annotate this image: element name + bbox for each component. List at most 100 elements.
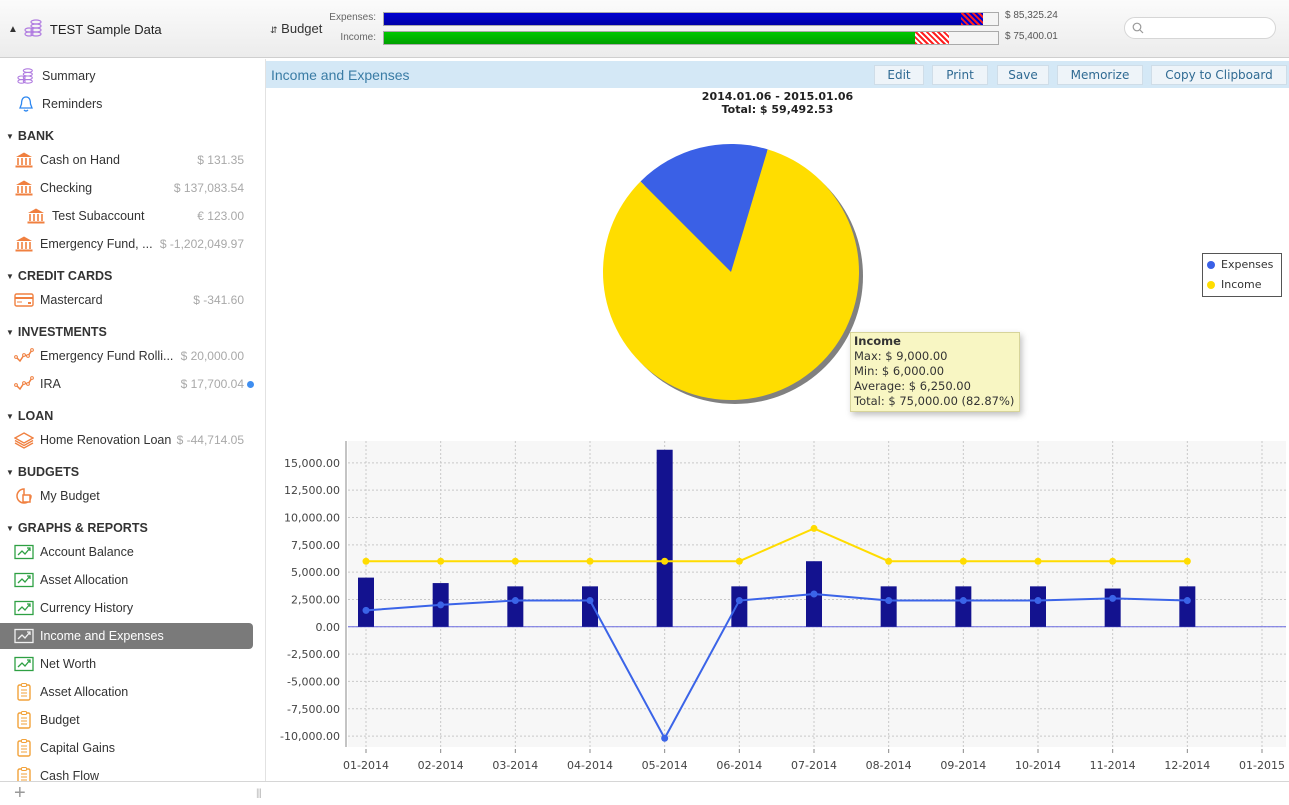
point-income[interactable] bbox=[586, 557, 594, 565]
point-income[interactable] bbox=[362, 557, 370, 565]
sidebar-item-mastercard[interactable]: Mastercard $ -341.60 bbox=[0, 287, 265, 313]
disclosure-triangle-icon[interactable]: ▼ bbox=[6, 272, 14, 281]
report-icon bbox=[14, 739, 34, 757]
x-tick-label: 01-2015 bbox=[1239, 759, 1285, 772]
sidebar-item-currency-history[interactable]: Currency History bbox=[0, 595, 265, 621]
disclosure-triangle-icon[interactable]: ▼ bbox=[6, 524, 14, 533]
point-net[interactable] bbox=[511, 597, 519, 605]
budget-selector[interactable]: ⇵ Budget bbox=[270, 21, 322, 36]
bar-expenses[interactable] bbox=[656, 449, 673, 627]
point-income[interactable] bbox=[437, 557, 445, 565]
sidebar-item-label: Summary bbox=[42, 69, 96, 83]
x-tick-label: 02-2014 bbox=[418, 759, 464, 772]
chart-legend: Expenses Income bbox=[1202, 253, 1282, 297]
search-icon bbox=[1132, 22, 1144, 34]
section-header-bank[interactable]: ▼ BANK bbox=[6, 129, 54, 143]
sidebar-item-reminders[interactable]: Reminders bbox=[0, 91, 265, 117]
income-fill bbox=[384, 32, 916, 44]
sidebar-item-test-subaccount[interactable]: Test Subaccount € 123.00 bbox=[0, 203, 265, 229]
point-net[interactable] bbox=[810, 590, 818, 598]
point-income[interactable] bbox=[1109, 557, 1117, 565]
sidebar-item-asset-allocation[interactable]: Asset Allocation bbox=[0, 679, 265, 705]
bank-icon bbox=[14, 151, 34, 169]
x-tick-label: 05-2014 bbox=[642, 759, 688, 772]
point-income[interactable] bbox=[1034, 557, 1042, 565]
sidebar-footer: + ||| bbox=[0, 781, 266, 805]
sidebar-item-cash-on-hand[interactable]: Cash on Hand $ 131.35 bbox=[0, 147, 265, 173]
sidebar: Summary Reminders ▼ BANK Cash on Hand $ 131.3… bbox=[0, 59, 266, 781]
y-tick-label: -10,000.00 bbox=[280, 730, 340, 743]
sidebar-item-ira[interactable]: IRA $ 17,700.04 bbox=[0, 371, 265, 397]
point-net[interactable] bbox=[437, 601, 445, 609]
sidebar-item-label: Test Subaccount bbox=[52, 209, 145, 223]
bar-expenses[interactable] bbox=[880, 586, 897, 627]
point-net[interactable] bbox=[362, 606, 370, 614]
bar-expenses[interactable] bbox=[582, 586, 598, 627]
x-tick-label: 12-2014 bbox=[1164, 759, 1210, 772]
sidebar-item-income-and-expenses[interactable]: Income and Expenses bbox=[0, 623, 253, 649]
sidebar-item-summary[interactable]: Summary bbox=[0, 63, 265, 89]
section-header-budgets[interactable]: ▼ BUDGETS bbox=[6, 465, 79, 479]
section-header-loan[interactable]: ▼ LOAN bbox=[6, 409, 53, 423]
section-header-graphs-reports[interactable]: ▼ GRAPHS & REPORTS bbox=[6, 521, 148, 535]
disclosure-triangle-icon[interactable]: ▼ bbox=[6, 132, 14, 141]
point-income[interactable] bbox=[735, 557, 743, 565]
point-net[interactable] bbox=[1109, 594, 1117, 602]
bar-expenses[interactable] bbox=[1179, 586, 1196, 627]
bar-expenses[interactable] bbox=[507, 586, 524, 627]
point-net[interactable] bbox=[1034, 597, 1042, 605]
sidebar-item-account-balance[interactable]: Account Balance bbox=[0, 539, 265, 565]
point-income[interactable] bbox=[959, 557, 967, 565]
add-account-button[interactable]: + bbox=[14, 782, 26, 805]
bar-expenses[interactable] bbox=[955, 586, 972, 627]
sidebar-item-cash-flow[interactable]: Cash Flow bbox=[0, 763, 265, 781]
point-net[interactable] bbox=[959, 597, 967, 605]
sidebar-item-checking[interactable]: Checking $ 137,083.54 bbox=[0, 175, 265, 201]
point-net[interactable] bbox=[735, 597, 743, 605]
x-tick-label: 03-2014 bbox=[492, 759, 538, 772]
bar-expenses[interactable] bbox=[731, 586, 748, 627]
point-net[interactable] bbox=[586, 597, 594, 605]
y-tick-label: 15,000.00 bbox=[284, 457, 340, 470]
search-input[interactable] bbox=[1147, 21, 1267, 35]
point-net[interactable] bbox=[661, 734, 669, 742]
sidebar-item-my-budget[interactable]: My Budget bbox=[0, 483, 265, 509]
sidebar-item-capital-gains[interactable]: Capital Gains bbox=[0, 735, 265, 761]
sidebar-item-asset-allocation[interactable]: Asset Allocation bbox=[0, 567, 265, 593]
expenses-label: Expenses: bbox=[329, 12, 376, 23]
section-title: CREDIT CARDS bbox=[17, 269, 113, 283]
sidebar-item-emergency-fund-rolli[interactable]: Emergency Fund Rolli... $ 20,000.00 bbox=[0, 343, 265, 369]
sidebar-item-net-worth[interactable]: Net Worth bbox=[0, 651, 265, 677]
disclosure-triangle-icon[interactable]: ▼ bbox=[6, 328, 14, 337]
sidebar-item-label: Account Balance bbox=[40, 545, 134, 559]
section-header-investments[interactable]: ▼ INVESTMENTS bbox=[6, 325, 107, 339]
account-balance: $ -44,714.05 bbox=[176, 433, 244, 447]
disclosure-triangle-icon[interactable]: ▼ bbox=[6, 412, 14, 421]
point-income[interactable] bbox=[885, 557, 893, 565]
graph-icon bbox=[14, 599, 34, 617]
bar-expenses[interactable] bbox=[1030, 586, 1046, 627]
point-net[interactable] bbox=[1183, 597, 1191, 605]
point-income[interactable] bbox=[511, 557, 519, 565]
account-balance: $ -1,202,049.97 bbox=[159, 237, 244, 251]
sidebar-item-emergency-fund[interactable]: Emergency Fund, ... $ -1,202,049.97 bbox=[0, 231, 265, 257]
sidebar-item-label: Budget bbox=[40, 713, 80, 727]
sidebar-item-budget[interactable]: Budget bbox=[0, 707, 265, 733]
y-tick-label: -7,500.00 bbox=[287, 703, 340, 716]
sidebar-item-label: Cash on Hand bbox=[40, 153, 120, 167]
sidebar-item-label: Capital Gains bbox=[40, 741, 116, 755]
point-net[interactable] bbox=[885, 597, 893, 605]
resize-grip-icon[interactable]: ||| bbox=[256, 788, 262, 799]
bar-expenses[interactable] bbox=[1104, 588, 1121, 627]
point-income[interactable] bbox=[1183, 557, 1191, 565]
search-field[interactable] bbox=[1124, 17, 1276, 39]
section-header-credit-cards[interactable]: ▼ CREDIT CARDS bbox=[6, 269, 112, 283]
bar-expenses[interactable] bbox=[358, 577, 374, 627]
x-tick-label: 07-2014 bbox=[791, 759, 837, 772]
disclosure-triangle-icon[interactable]: ▼ bbox=[6, 468, 14, 477]
account-file-selector[interactable]: ▲ TEST Sample Data bbox=[8, 18, 162, 41]
y-tick-label: -2,500.00 bbox=[287, 648, 340, 661]
point-income[interactable] bbox=[810, 524, 818, 532]
sidebar-item-home-renovation-loan[interactable]: Home Renovation Loan $ -44,714.05 bbox=[0, 427, 265, 453]
point-income[interactable] bbox=[661, 557, 669, 565]
